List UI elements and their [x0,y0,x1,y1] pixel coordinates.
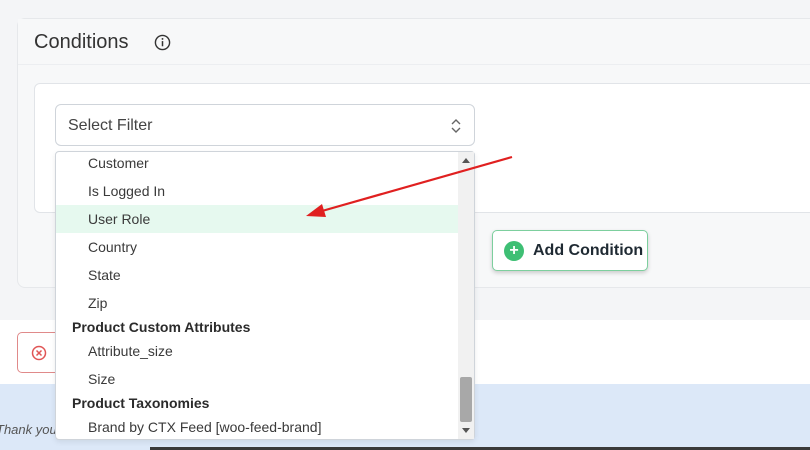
option-country[interactable]: Country [56,233,460,261]
select-filter[interactable]: Select Filter [55,104,475,146]
option-is-logged-in[interactable]: Is Logged In [56,177,460,205]
select-filter-value: Select Filter [68,117,153,134]
close-circle-icon [31,345,47,361]
conditions-header: Conditions [18,19,810,65]
scroll-down-arrow-icon[interactable] [462,428,470,433]
updown-caret-icon [451,119,461,133]
group-product-custom-attributes: Product Custom Attributes [72,319,251,335]
filter-dropdown-list: Customer Is Logged In User Role Country … [55,151,475,440]
dropdown-scrollbar[interactable] [458,152,474,439]
plus-circle-icon: + [504,241,524,261]
option-zip[interactable]: Zip [56,289,460,317]
add-condition-button[interactable]: + Add Condition [492,230,648,271]
option-user-role[interactable]: User Role [56,205,460,233]
footer-text: Thank you [0,422,57,437]
conditions-title: Conditions [34,31,129,53]
scroll-up-arrow-icon[interactable] [462,158,470,163]
option-attribute-size[interactable]: Attribute_size [56,337,460,365]
option-state[interactable]: State [56,261,460,289]
option-brand-ctx-feed[interactable]: Brand by CTX Feed [woo-feed-brand] [56,413,460,439]
add-condition-label: Add Condition [533,242,644,259]
info-icon[interactable] [154,34,171,51]
option-size[interactable]: Size [56,365,460,393]
group-product-taxonomies: Product Taxonomies [72,395,210,411]
scroll-thumb[interactable] [460,377,472,422]
option-customer[interactable]: Customer [56,152,460,177]
